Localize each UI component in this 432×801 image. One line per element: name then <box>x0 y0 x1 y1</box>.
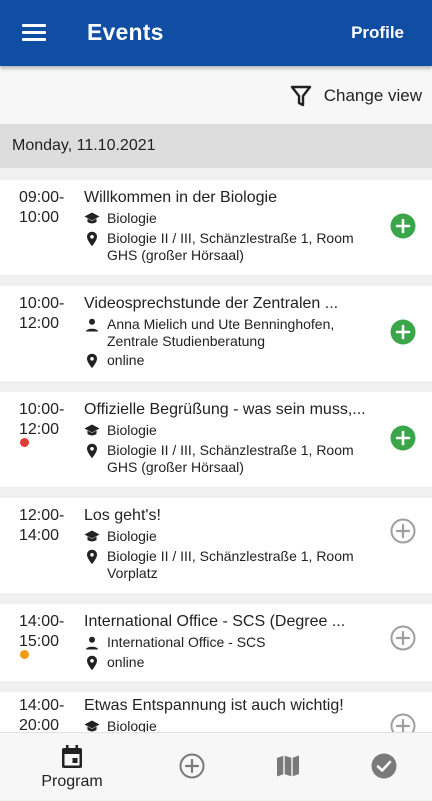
event-time: 09:00- 10:00 <box>19 188 64 228</box>
event-end-time: 20:00 <box>19 717 60 732</box>
event-end-time: 12:00 <box>19 421 60 438</box>
event-start-time: 10:00- <box>19 295 65 312</box>
event-person-line: International Office - SCS <box>107 634 266 650</box>
event-category: Biologie <box>84 528 374 545</box>
change-view-label: Change view <box>323 86 422 105</box>
filter-icon <box>290 85 311 107</box>
event-end-time: 15:00 <box>19 633 60 650</box>
map-icon <box>277 755 299 777</box>
event-time: 10:00- 12:00 <box>19 294 64 334</box>
event-card[interactable]: 12:00- 14:00 Los geht's! Biologie Biolog… <box>0 498 432 593</box>
event-list: 09:00- 10:00 Willkommen in der Biologie … <box>0 168 432 732</box>
event-start-time: 14:00- <box>19 613 65 630</box>
view-toolbar: Change view <box>0 66 432 124</box>
bottom-navigation: Program <box>0 732 432 800</box>
event-category: Biologie <box>84 422 374 439</box>
event-title: Willkommen in der Biologie <box>84 189 277 206</box>
event-person-line: Zentrale Studienberatung <box>107 333 265 349</box>
nav-program[interactable]: Program <box>24 733 120 801</box>
menu-icon[interactable] <box>22 24 46 42</box>
date-header: Monday, 11.10.2021 <box>0 124 432 168</box>
status-dot-orange <box>20 650 29 659</box>
add-circle-icon <box>179 753 205 779</box>
event-category-label: Biologie <box>107 528 157 544</box>
added-to-program-icon[interactable] <box>390 425 416 451</box>
event-location-line: Vorplatz <box>107 565 158 581</box>
added-to-program-icon[interactable] <box>390 319 416 345</box>
calendar-icon <box>62 745 82 768</box>
added-to-program-icon[interactable] <box>390 213 416 239</box>
event-location: online <box>84 654 374 671</box>
event-category-label: Biologie <box>107 422 157 438</box>
event-card[interactable]: 09:00- 10:00 Willkommen in der Biologie … <box>0 180 432 275</box>
event-title: Los geht's! <box>84 507 161 524</box>
change-view-button[interactable]: Change view <box>290 82 422 110</box>
school-icon <box>84 424 100 436</box>
school-icon <box>84 212 100 224</box>
event-time: 14:00- 15:00 <box>19 612 64 652</box>
event-category-label: Biologie <box>107 210 157 226</box>
check-circle-icon <box>371 753 397 779</box>
event-location: Biologie II / III, Schänzlestraße 1, Roo… <box>84 230 374 264</box>
event-person: Anna Mielich und Ute Benninghofen, Zentr… <box>84 316 374 350</box>
status-dot-red <box>20 438 29 447</box>
event-card[interactable]: 10:00- 12:00 Offizielle Begrüßung - was … <box>0 392 432 487</box>
location-pin-icon <box>87 353 97 369</box>
event-title: Videosprechstunde der Zentralen ... <box>84 295 339 312</box>
add-to-program-icon[interactable] <box>390 518 416 544</box>
event-location-line: GHS (großer Hörsaal) <box>107 459 244 475</box>
profile-button[interactable]: Profile <box>351 23 404 43</box>
nav-add[interactable] <box>168 733 216 801</box>
event-location: Biologie II / III, Schänzlestraße 1, Roo… <box>84 548 374 582</box>
event-person-line: Anna Mielich und Ute Benninghofen, <box>107 316 335 332</box>
event-start-time: 09:00- <box>19 189 65 206</box>
event-title: Offizielle Begrüßung - was sein muss,... <box>84 401 366 418</box>
event-end-time: 12:00 <box>19 315 60 332</box>
event-location-line: GHS (großer Hörsaal) <box>107 247 244 263</box>
event-title: International Office - SCS (Degree ... <box>84 613 346 630</box>
page-title: Events <box>87 19 164 45</box>
event-location: online <box>84 352 374 369</box>
event-card[interactable]: 14:00- 15:00 International Office - SCS … <box>0 604 432 681</box>
nav-completed[interactable] <box>360 733 408 801</box>
location-pin-icon <box>87 655 97 671</box>
event-category-label: Biologie <box>107 718 157 732</box>
event-title: Etwas Entspannung ist auch wichtig! <box>84 697 344 714</box>
add-to-program-icon[interactable] <box>390 713 416 732</box>
event-location-line: Biologie II / III, Schänzlestraße 1, Roo… <box>107 548 354 564</box>
event-category: Biologie <box>84 718 374 732</box>
person-icon <box>86 636 98 650</box>
event-location-line: online <box>107 352 145 368</box>
event-start-time: 10:00- <box>19 401 65 418</box>
school-icon <box>84 530 100 542</box>
event-location-line: Biologie II / III, Schänzlestraße 1, Roo… <box>107 230 354 246</box>
location-pin-icon <box>87 231 97 247</box>
school-icon <box>84 720 100 732</box>
event-card[interactable]: 10:00- 12:00 Videosprechstunde der Zentr… <box>0 286 432 381</box>
location-pin-icon <box>87 549 97 565</box>
nav-map[interactable] <box>264 733 312 801</box>
event-location-line: Biologie II / III, Schänzlestraße 1, Roo… <box>107 442 354 458</box>
event-start-time: 12:00- <box>19 507 65 524</box>
event-category: Biologie <box>84 210 374 227</box>
nav-program-label: Program <box>41 773 103 790</box>
event-time: 10:00- 12:00 <box>19 400 64 440</box>
app-bar: Events Profile <box>0 0 432 66</box>
event-card[interactable]: 14:00- 20:00 Etwas Entspannung ist auch … <box>0 692 432 732</box>
event-location: Biologie II / III, Schänzlestraße 1, Roo… <box>84 442 374 476</box>
person-icon <box>86 318 98 332</box>
location-pin-icon <box>87 443 97 459</box>
add-to-program-icon[interactable] <box>390 625 416 651</box>
event-end-time: 10:00 <box>19 209 60 226</box>
event-time: 14:00- 20:00 <box>19 696 64 732</box>
event-person: International Office - SCS <box>84 634 374 651</box>
event-time: 12:00- 14:00 <box>19 506 64 546</box>
event-end-time: 14:00 <box>19 527 60 544</box>
event-start-time: 14:00- <box>19 697 65 714</box>
event-location-line: online <box>107 654 145 670</box>
